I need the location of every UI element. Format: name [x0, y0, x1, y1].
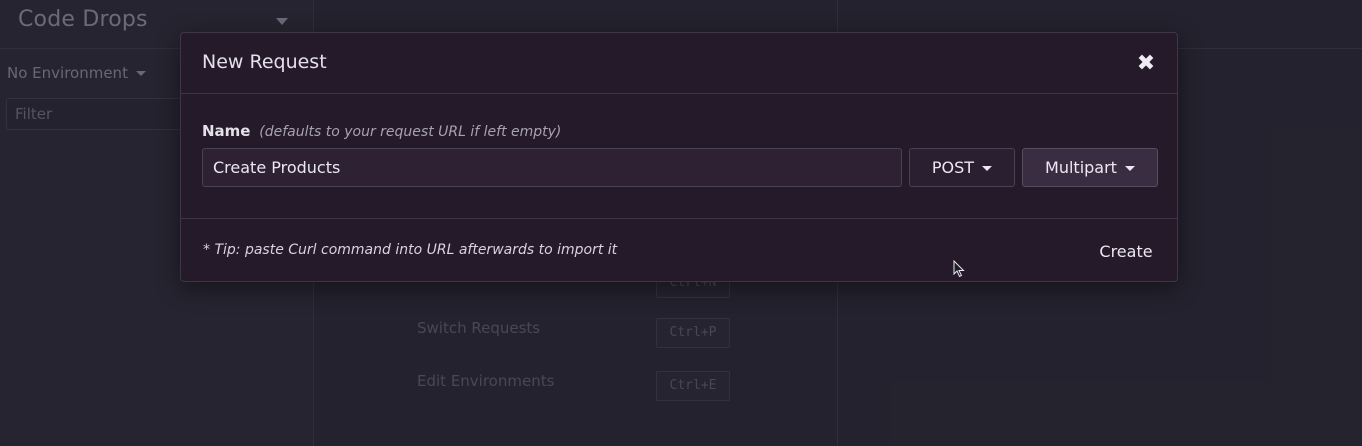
app-window: Code Drops No Environment Ctrl+N Switch … — [0, 0, 1362, 446]
chevron-down-icon — [1124, 166, 1135, 171]
modal-header: New Request ✖ — [181, 33, 1177, 94]
modal-title: New Request — [202, 51, 327, 73]
body-type-label: Multipart — [1045, 158, 1117, 177]
modal-footer: * Tip: paste Curl command into URL after… — [181, 218, 1177, 281]
name-label: Name — [202, 122, 251, 140]
method-dropdown-button[interactable]: POST — [909, 148, 1015, 187]
curl-tip: * Tip: paste Curl command into URL after… — [203, 242, 618, 258]
method-label: POST — [931, 158, 975, 177]
body-type-dropdown-button[interactable]: Multipart — [1022, 148, 1158, 187]
new-request-modal: New Request ✖ Name (defaults to your req… — [180, 32, 1178, 282]
name-hint: (defaults to your request URL if left em… — [259, 124, 562, 140]
create-button[interactable]: Create — [1091, 235, 1161, 267]
close-icon[interactable]: ✖ — [1131, 49, 1161, 79]
name-field-label: Name (defaults to your request URL if le… — [202, 122, 561, 140]
chevron-down-icon — [982, 166, 993, 171]
request-name-input[interactable] — [202, 148, 902, 187]
mouse-cursor-icon — [953, 260, 965, 278]
